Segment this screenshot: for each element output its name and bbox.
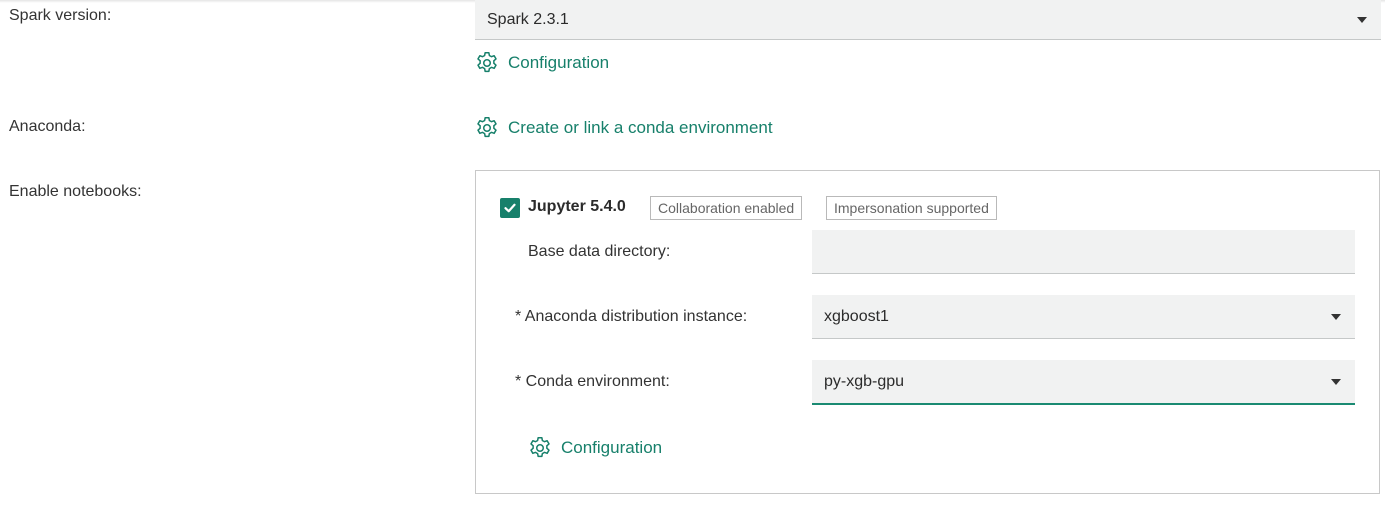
jupyter-configuration-link[interactable]: Configuration — [527, 435, 662, 461]
checkmark-icon — [504, 203, 516, 213]
chevron-down-icon — [1357, 16, 1367, 23]
gear-icon — [477, 116, 497, 138]
jupyter-version-label: Jupyter 5.4.0 — [528, 198, 626, 215]
anaconda-label: Anaconda: — [9, 118, 86, 135]
jupyter-checkbox[interactable] — [500, 198, 520, 218]
base-data-directory-label: Base data directory: — [528, 243, 671, 260]
enable-notebooks-label: Enable notebooks: — [9, 183, 142, 200]
impersonation-badge: Impersonation supported — [826, 196, 997, 220]
create-conda-environment-link[interactable]: Create or link a conda environment — [474, 115, 773, 141]
conda-environment-select[interactable]: py-xgb-gpu — [812, 360, 1355, 405]
spark-version-label: Spark version: — [9, 7, 112, 24]
anaconda-instance-value: xgboost1 — [824, 307, 889, 325]
anaconda-instance-select[interactable]: xgboost1 — [812, 295, 1355, 339]
collaboration-badge: Collaboration enabled — [650, 196, 803, 220]
chevron-down-icon — [1331, 378, 1341, 385]
chevron-down-icon — [1331, 313, 1341, 320]
anaconda-instance-label: * Anaconda distribution instance: — [515, 308, 748, 325]
gear-icon — [477, 51, 497, 73]
spark-version-select[interactable]: Spark 2.3.1 — [475, 0, 1381, 40]
conda-environment-value: py-xgb-gpu — [824, 372, 905, 390]
create-conda-environment-label: Create or link a conda environment — [508, 118, 773, 137]
gear-icon — [530, 436, 550, 458]
jupyter-configuration-label: Configuration — [561, 438, 663, 457]
settings-page: Spark version: Spark 2.3.1 Configuration… — [0, 0, 1385, 506]
spark-configuration-link[interactable]: Configuration — [474, 50, 609, 76]
conda-environment-label: * Conda environment: — [515, 373, 670, 390]
spark-configuration-label: Configuration — [508, 53, 610, 72]
spark-version-value: Spark 2.3.1 — [487, 10, 569, 28]
base-data-directory-input[interactable] — [812, 230, 1355, 274]
